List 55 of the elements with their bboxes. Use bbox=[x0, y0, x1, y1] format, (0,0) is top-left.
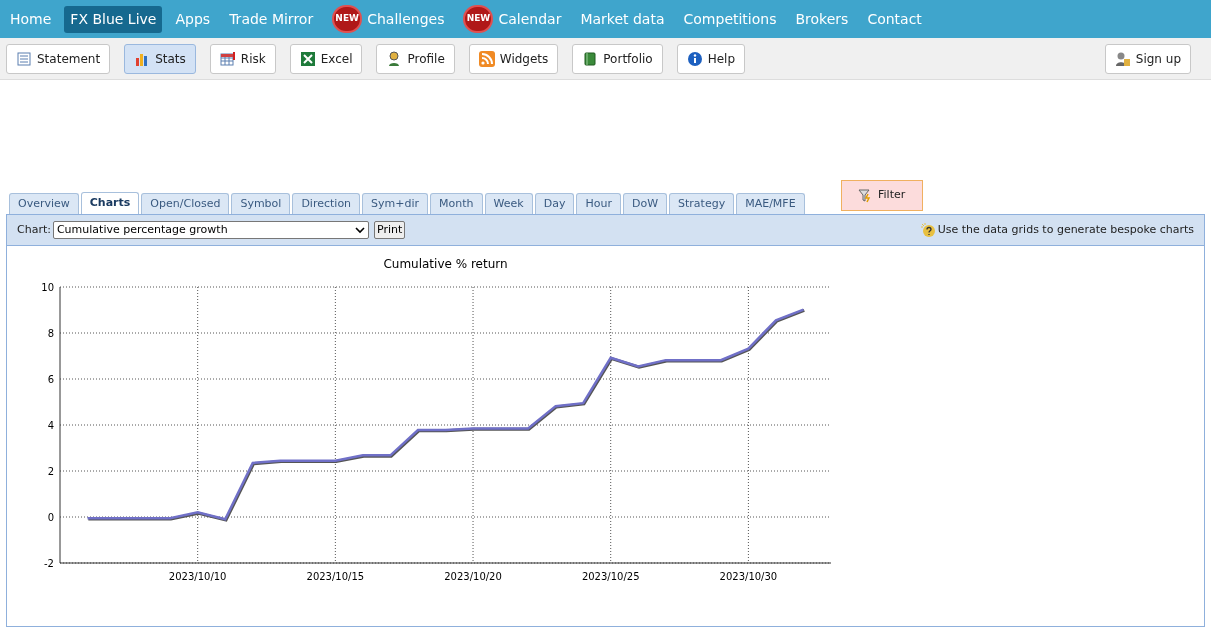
x-axis-label: 2023/10/25 bbox=[581, 571, 640, 582]
x-axis-label: 2023/10/10 bbox=[168, 571, 227, 582]
y-axis-label: 0 bbox=[47, 512, 54, 523]
document-icon bbox=[16, 50, 32, 67]
chevron-down-icon bbox=[354, 225, 365, 235]
nav-link[interactable]: NEW Challenges bbox=[326, 5, 451, 33]
tab[interactable]: Week bbox=[484, 193, 533, 214]
info-icon bbox=[686, 50, 703, 67]
person-icon bbox=[1114, 50, 1131, 67]
toolbar-button[interactable]: Help bbox=[676, 43, 746, 74]
toolbar-button[interactable]: Portfolio bbox=[572, 43, 663, 74]
toolbar-button[interactable]: Excel bbox=[289, 43, 363, 74]
chart-label: Chart: bbox=[17, 221, 51, 238]
book-icon bbox=[582, 50, 599, 67]
x-axis-label: 2023/10/15 bbox=[306, 571, 365, 582]
toolbar-button[interactable]: Widgets bbox=[468, 43, 559, 74]
toolbar-button[interactable]: Profile bbox=[376, 43, 455, 74]
tab[interactable]: MAE/MFE bbox=[736, 193, 805, 214]
new-badge: NEW bbox=[332, 5, 363, 33]
tab[interactable]: Direction bbox=[292, 193, 361, 214]
chart-hint: Use the data grids to generate bespoke charts bbox=[937, 221, 1194, 238]
y-axis-label: 8 bbox=[47, 328, 54, 339]
grid-icon bbox=[219, 50, 236, 67]
x-axis-label: 2023/10/20 bbox=[444, 571, 502, 582]
tab[interactable]: Sym+dir bbox=[362, 193, 429, 214]
filter-button[interactable]: Filter bbox=[840, 180, 923, 211]
y-axis-label: 4 bbox=[47, 420, 54, 431]
print-button[interactable]: Print bbox=[373, 221, 406, 239]
new-badge: NEW bbox=[463, 5, 494, 33]
y-axis-label: -2 bbox=[44, 558, 54, 569]
tab[interactable]: Open/Closed bbox=[141, 193, 230, 214]
tab[interactable]: DoW bbox=[622, 193, 668, 214]
nav-link[interactable]: FX Blue Live bbox=[64, 5, 163, 33]
nav-link[interactable]: NEW Calendar bbox=[457, 5, 568, 33]
spreadsheet-icon bbox=[299, 50, 316, 67]
tab[interactable]: Hour bbox=[576, 193, 621, 214]
toolbar-button[interactable]: Stats bbox=[124, 43, 196, 74]
tab[interactable]: Day bbox=[534, 193, 575, 214]
tab[interactable]: Charts bbox=[80, 192, 140, 214]
toolbar-button[interactable]: Risk bbox=[209, 43, 276, 74]
tab[interactable]: Symbol bbox=[231, 193, 291, 214]
y-axis-label: 2 bbox=[47, 466, 54, 477]
toolbar-button[interactable]: Statement bbox=[6, 43, 111, 74]
feed-icon bbox=[478, 50, 495, 67]
chart-select[interactable]: Cumulative percentage growth bbox=[52, 221, 369, 239]
sign-up-button[interactable]: Sign up bbox=[1104, 43, 1191, 74]
x-axis-label: 2023/10/30 bbox=[719, 571, 778, 582]
y-axis-label: 10 bbox=[41, 282, 54, 293]
y-axis-label: 6 bbox=[47, 374, 54, 385]
chart-title: Cumulative % return bbox=[383, 257, 508, 271]
funnel-icon bbox=[858, 188, 872, 203]
tab[interactable]: Strategy bbox=[669, 193, 735, 214]
lightbulb-help-icon bbox=[919, 222, 936, 238]
tab[interactable]: Overview bbox=[9, 193, 79, 214]
tab[interactable]: Month bbox=[430, 193, 483, 214]
